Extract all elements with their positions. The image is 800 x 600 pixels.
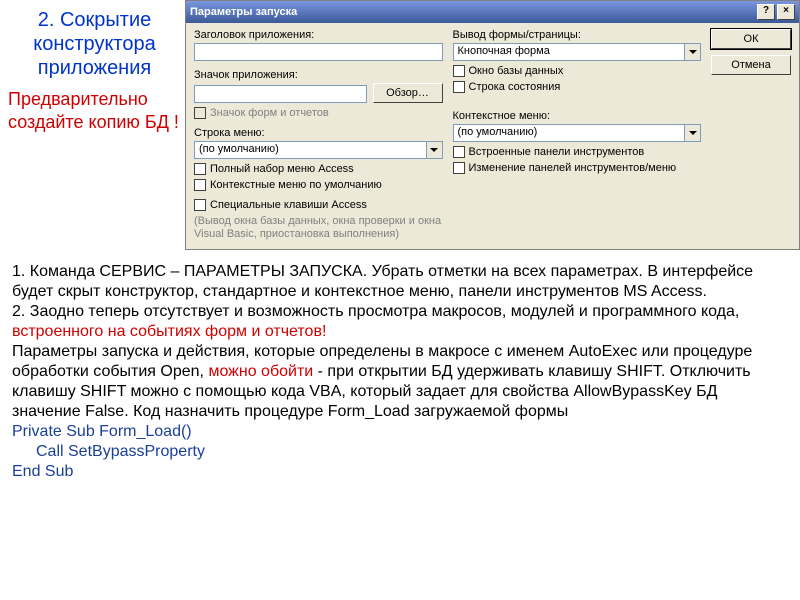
ctx-menu-value: (по умолчанию) [454,125,685,141]
status-bar-label: Строка состояния [469,81,561,93]
chevron-down-icon[interactable] [684,44,700,60]
icon-forms-checkbox [194,107,206,119]
app-icon-label: Значок приложения: [194,69,443,81]
close-button[interactable]: × [777,4,795,20]
ctx-default-checkbox[interactable] [194,179,206,191]
dialog-title: Параметры запуска [190,6,297,18]
special-keys-label: Специальные клавиши Access [210,199,367,211]
db-window-label: Окно базы данных [469,65,564,77]
db-window-checkbox[interactable] [453,65,465,77]
code-line-1: Private Sub Form_Load() [12,422,788,442]
chevron-down-icon[interactable] [684,125,700,141]
code-line-2: Call SetBypassProperty [12,442,788,462]
menu-row-combo[interactable]: (по умолчанию) [194,141,443,159]
special-keys-footnote: (Вывод окна базы данных, окна проверки и… [194,215,443,241]
para1: 1. Команда СЕРВИС – ПАРАМЕТРЫ ЗАПУСКА. У… [12,263,753,300]
ctx-menu-label: Контекстное меню: [453,110,702,122]
para3-red: можно обойти [208,363,313,380]
slide-side-text: 2. Сокрытие конструктора приложения Пред… [0,0,185,134]
icon-forms-label: Значок форм и отчетов [210,107,329,119]
code-line-3: End Sub [12,462,788,482]
special-keys-checkbox[interactable] [194,199,206,211]
para2a: 2. Заодно теперь отсутствует и возможнос… [12,303,739,320]
menu-row-value: (по умолчанию) [195,142,426,158]
ok-button[interactable]: ОК [711,29,791,49]
full-menu-label: Полный набор меню Access [210,163,354,175]
slide-title: 2. Сокрытие конструктора приложения [8,8,181,80]
cancel-button[interactable]: Отмена [711,55,791,75]
builtin-toolbar-label: Встроенные панели инструментов [469,146,645,158]
app-title-label: Заголовок приложения: [194,29,443,41]
ctx-default-label: Контекстные меню по умолчанию [210,179,382,191]
output-form-value: Кнопочная форма [454,44,685,60]
output-form-label: Вывод формы/страницы: [453,29,702,41]
full-menu-checkbox[interactable] [194,163,206,175]
para2-red: встроенного на событиях форм и отчетов! [12,323,326,340]
ctx-menu-combo[interactable]: (по умолчанию) [453,124,702,142]
menu-row-label: Строка меню: [194,127,443,139]
toolbar-changes-checkbox[interactable] [453,162,465,174]
slide-warning: Предварительно создайте копию БД ! [8,88,181,134]
startup-params-dialog: Параметры запуска ? × Заголовок приложен… [185,0,800,250]
slide-body-text: 1. Команда СЕРВИС – ПАРАМЕТРЫ ЗАПУСКА. У… [0,250,800,482]
status-bar-checkbox[interactable] [453,81,465,93]
help-button[interactable]: ? [757,4,775,20]
chevron-down-icon[interactable] [426,142,442,158]
toolbar-changes-label: Изменение панелей инструментов/меню [469,162,677,174]
output-form-combo[interactable]: Кнопочная форма [453,43,702,61]
dialog-titlebar: Параметры запуска ? × [186,1,799,23]
app-icon-input[interactable] [194,85,367,103]
builtin-toolbar-checkbox[interactable] [453,146,465,158]
browse-button[interactable]: Обзор… [373,83,443,103]
app-title-input[interactable] [194,43,443,61]
